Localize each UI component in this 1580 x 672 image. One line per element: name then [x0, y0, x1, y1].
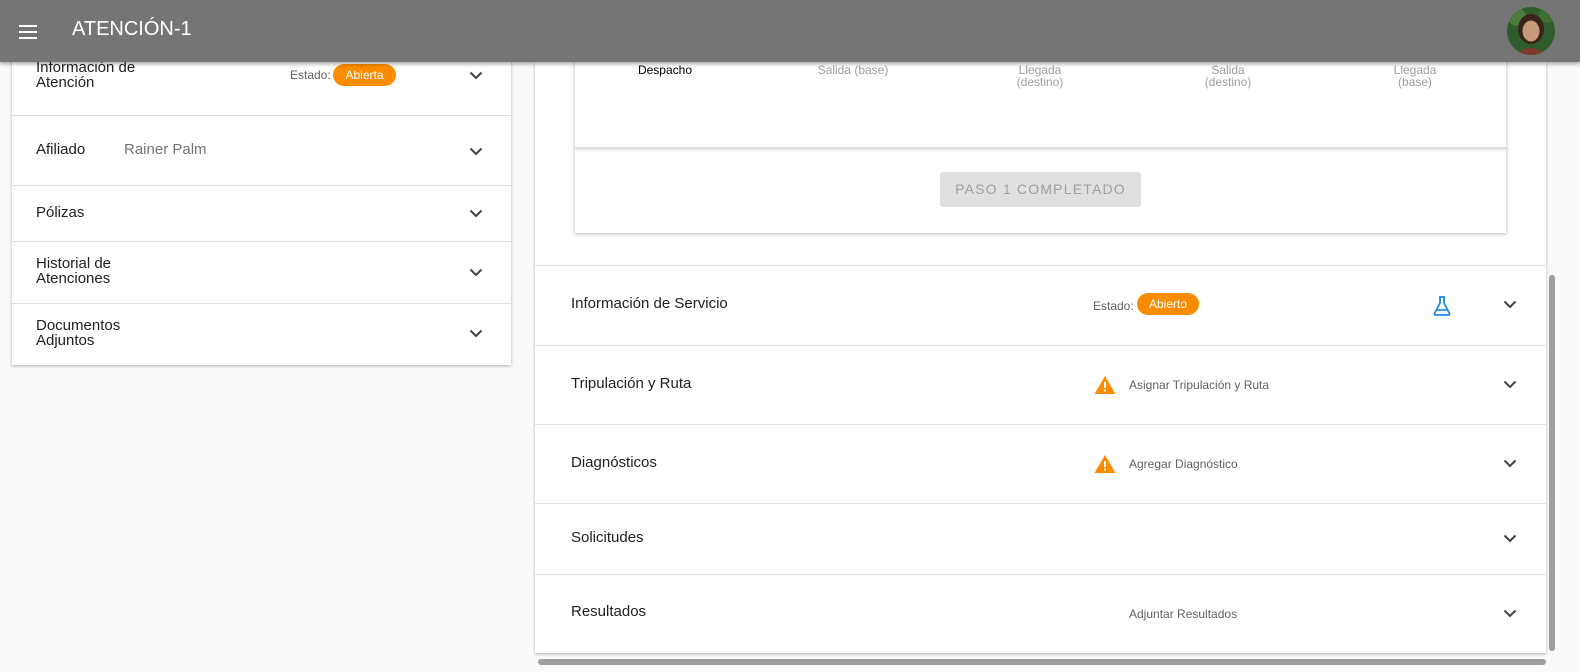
- section-resultados[interactable]: Resultados Adjuntar Resultados: [535, 574, 1546, 653]
- section-informacion-servicio[interactable]: Información de Servicio Estado: Abierto: [535, 265, 1546, 345]
- section-hint: Adjuntar Resultados: [1129, 607, 1238, 621]
- chevron-down-icon: [469, 71, 483, 80]
- service-panel: Despacho Salida (base) Llegada (destino)…: [535, 52, 1546, 653]
- dispatch-stepper-card: Despacho Salida (base) Llegada (destino)…: [575, 52, 1506, 233]
- page-title: ATENCIÓN-1: [72, 18, 192, 40]
- chevron-down-icon: [1503, 609, 1517, 618]
- menu-icon[interactable]: [16, 20, 40, 44]
- divider: [575, 147, 1506, 149]
- timeline-step-salida-base: Salida (base): [817, 63, 889, 77]
- estado-label: Estado:: [1093, 299, 1134, 313]
- timeline-step-salida-destino: Salida (destino): [1204, 63, 1252, 89]
- chevron-down-icon: [469, 209, 483, 218]
- app-bar: ATENCIÓN-1: [0, 0, 1580, 62]
- chevron-down-icon: [469, 147, 483, 156]
- section-diagnosticos[interactable]: Diagnósticos Agregar Diagnóstico: [535, 424, 1546, 503]
- accordion-historial[interactable]: Historial de Atenciones: [12, 242, 511, 304]
- accordion-afiliado[interactable]: Afiliado Rainer Palm: [12, 116, 511, 186]
- accordion-polizas[interactable]: Pólizas: [12, 186, 511, 242]
- status-badge: Abierta: [333, 64, 396, 86]
- warning-icon: [1094, 455, 1116, 473]
- accordion-label: Pólizas: [36, 204, 85, 221]
- accordion-documentos[interactable]: Documentos Adjuntos: [12, 304, 511, 365]
- section-label: Tripulación y Ruta: [571, 375, 692, 392]
- timeline-step-llegada-destino: Llegada (destino): [1016, 63, 1064, 89]
- section-label: Diagnósticos: [571, 454, 657, 471]
- chevron-down-icon: [469, 329, 483, 338]
- horizontal-scrollbar[interactable]: [538, 659, 1546, 665]
- flask-icon[interactable]: [1432, 295, 1452, 317]
- section-label: Información de Servicio: [571, 295, 728, 312]
- afiliado-name: Rainer Palm: [124, 141, 207, 158]
- section-label: Solicitudes: [571, 529, 644, 546]
- paso-completado-button: PASO 1 COMPLETADO: [940, 172, 1141, 207]
- chevron-down-icon: [1503, 380, 1517, 389]
- section-label: Resultados: [571, 603, 647, 620]
- chevron-down-icon: [1503, 534, 1517, 543]
- section-hint: Agregar Diagnóstico: [1129, 457, 1238, 471]
- warning-icon: [1094, 376, 1116, 394]
- timeline-step-despacho: Despacho: [637, 63, 693, 77]
- estado-label: Estado:: [290, 68, 331, 82]
- section-hint: Asignar Tripulación y Ruta: [1129, 378, 1270, 392]
- accordion-label: Documentos Adjuntos: [36, 317, 121, 349]
- accordion-label: Historial de Atenciones: [36, 255, 112, 287]
- accordion-label: Información de Atención: [36, 59, 136, 91]
- timeline-step-llegada-base: Llegada (base): [1393, 63, 1437, 89]
- section-tripulacion-ruta[interactable]: Tripulación y Ruta Asignar Tripulación y…: [535, 345, 1546, 424]
- status-badge: Abierto: [1137, 293, 1199, 315]
- vertical-scrollbar[interactable]: [1549, 275, 1555, 651]
- user-avatar[interactable]: [1507, 7, 1555, 55]
- section-solicitudes[interactable]: Solicitudes: [535, 503, 1546, 574]
- patient-info-panel: Información de Atención Estado: Abierta …: [12, 52, 511, 365]
- chevron-down-icon: [1503, 300, 1517, 309]
- chevron-down-icon: [469, 268, 483, 277]
- chevron-down-icon: [1503, 459, 1517, 468]
